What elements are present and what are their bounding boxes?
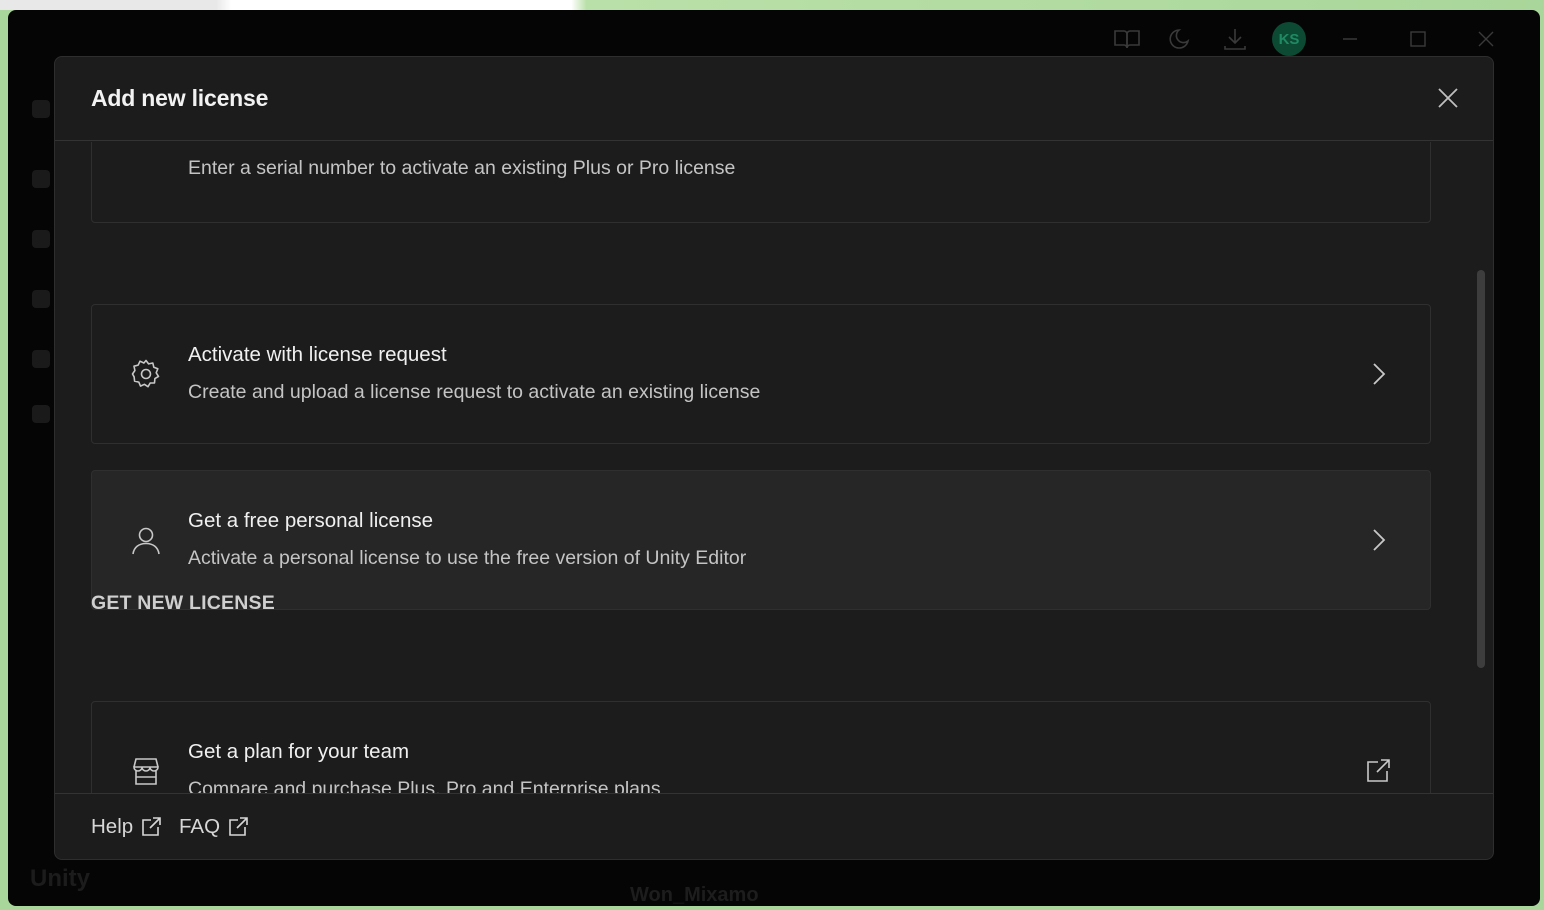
- external-link-icon: [142, 817, 161, 836]
- background-project-name: Won_Mixamo: [630, 884, 759, 906]
- background-brand: Unity: [30, 865, 90, 892]
- dialog-header: Add new license: [55, 57, 1493, 141]
- user-icon: [130, 524, 162, 556]
- maximize-button[interactable]: [1384, 24, 1452, 54]
- close-icon: [1438, 88, 1458, 108]
- add-license-dialog: Add new license Enter a serial number to…: [54, 56, 1494, 860]
- card-title: Get a free personal license: [188, 509, 433, 532]
- download-icon[interactable]: [1208, 24, 1262, 54]
- minimize-button[interactable]: [1316, 24, 1384, 54]
- card-description: Activate a personal license to use the f…: [188, 547, 747, 569]
- free-personal-license-card[interactable]: Get a free personal license Activate a p…: [91, 470, 1431, 610]
- gear-icon: [130, 358, 162, 390]
- sidebar-learn-icon: [32, 290, 50, 308]
- external-link-icon: [229, 817, 248, 836]
- faq-link[interactable]: FAQ: [179, 815, 248, 839]
- window-close-button[interactable]: [1452, 24, 1520, 54]
- card-description: Enter a serial number to activate an exi…: [188, 157, 736, 179]
- desktop-background: [0, 0, 1544, 10]
- dialog-title: Add new license: [91, 85, 269, 111]
- sidebar-community-icon: [32, 350, 50, 368]
- help-link[interactable]: Help: [91, 815, 161, 839]
- title-bar-controls: KS: [1100, 22, 1520, 56]
- sidebar-installs-icon: [32, 230, 50, 248]
- chevron-right-icon: [1366, 360, 1390, 388]
- sidebar-projects-icon: [32, 170, 50, 188]
- sidebar-settings-icon: [32, 405, 50, 423]
- team-plan-card[interactable]: Get a plan for your team Compare and pur…: [91, 701, 1431, 793]
- minimize-icon: [1343, 38, 1357, 40]
- book-icon[interactable]: [1100, 24, 1154, 54]
- dialog-footer: Help FAQ: [55, 793, 1493, 859]
- help-label: Help: [91, 815, 134, 838]
- dialog-body[interactable]: Enter a serial number to activate an exi…: [55, 142, 1493, 793]
- maximize-icon: [1410, 31, 1426, 47]
- external-link-icon: [1364, 757, 1392, 785]
- sidebar-logo-icon: [32, 100, 50, 118]
- close-button[interactable]: [1433, 83, 1463, 113]
- faq-label: FAQ: [179, 815, 221, 838]
- chevron-right-icon: [1366, 526, 1390, 554]
- avatar[interactable]: KS: [1262, 22, 1316, 56]
- background-sidebar: [8, 70, 54, 850]
- scrollbar-thumb[interactable]: [1477, 270, 1485, 668]
- window-close-icon: [1478, 31, 1494, 47]
- card-title: Get a plan for your team: [188, 740, 410, 763]
- store-icon: [130, 755, 162, 787]
- activate-license-request-card[interactable]: Activate with license request Create and…: [91, 304, 1431, 444]
- moon-icon[interactable]: [1154, 24, 1208, 54]
- activate-serial-number-card[interactable]: Enter a serial number to activate an exi…: [91, 142, 1431, 223]
- get-new-license-heading: GET NEW LICENSE: [91, 592, 275, 614]
- card-description: Compare and purchase Plus, Pro and Enter…: [188, 778, 661, 793]
- card-description: Create and upload a license request to a…: [188, 381, 761, 403]
- card-title: Activate with license request: [188, 343, 447, 366]
